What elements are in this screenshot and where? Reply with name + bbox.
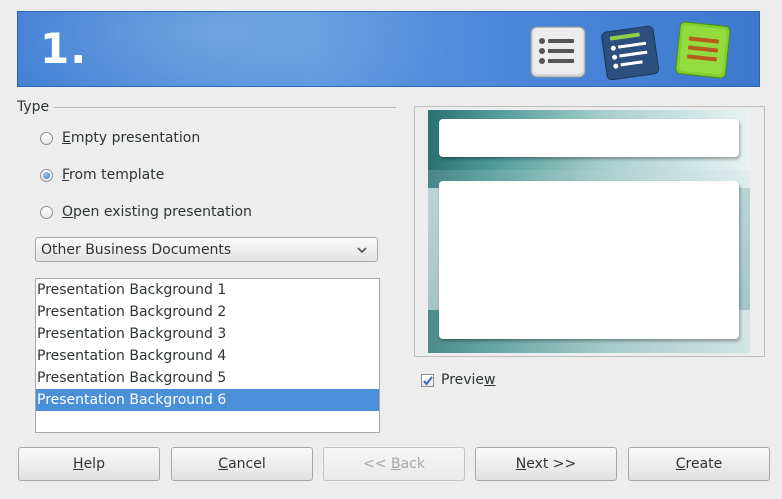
preview-checkbox-label: Preview: [441, 372, 496, 388]
radio-button[interactable]: [40, 168, 53, 182]
template-list[interactable]: Presentation Background 1 Presentation B…: [35, 278, 380, 433]
next-button[interactable]: Next >>: [475, 447, 617, 481]
radio-label: Open existing presentation: [62, 204, 252, 220]
back-button[interactable]: << Back: [323, 447, 465, 481]
checkmark-icon: [423, 375, 433, 386]
help-button[interactable]: Help: [18, 447, 160, 481]
outline-icon: [601, 25, 660, 80]
list-item[interactable]: Presentation Background 1: [36, 279, 379, 301]
list-item[interactable]: Presentation Background 3: [36, 323, 379, 345]
radio-label: Empty presentation: [62, 130, 201, 146]
radio-label: From template: [62, 167, 165, 183]
empty-presentation-option[interactable]: Empty presentation: [40, 128, 200, 148]
template-category-select[interactable]: Other Business Documents: [35, 237, 378, 262]
checkbox[interactable]: [421, 373, 434, 387]
select-value: Other Business Documents: [41, 241, 232, 258]
slide-content-placeholder: [439, 181, 739, 339]
preview-pane: [414, 106, 765, 357]
preview-checkbox-option[interactable]: Preview: [421, 370, 496, 390]
from-template-option[interactable]: From template: [40, 165, 164, 185]
step-number: 1.: [40, 24, 88, 73]
section-divider: [54, 107, 396, 108]
create-button[interactable]: Create: [628, 447, 770, 481]
chevron-down-icon: [357, 247, 367, 254]
cancel-button[interactable]: Cancel: [171, 447, 313, 481]
list-item[interactable]: Presentation Background 2: [36, 301, 379, 323]
open-existing-option[interactable]: Open existing presentation: [40, 202, 252, 222]
list-icon: [530, 26, 586, 78]
list-item-selected[interactable]: Presentation Background 6: [36, 389, 379, 411]
slide-title-placeholder: [439, 119, 739, 157]
radio-button[interactable]: [40, 131, 53, 145]
list-item[interactable]: Presentation Background 4: [36, 345, 379, 367]
slide-preview-image: [428, 110, 750, 353]
radio-button[interactable]: [40, 205, 53, 219]
type-section-label: Type: [17, 99, 50, 115]
list-item[interactable]: Presentation Background 5: [36, 367, 379, 389]
wizard-banner: 1.: [17, 11, 760, 87]
notes-icon: [675, 21, 731, 79]
